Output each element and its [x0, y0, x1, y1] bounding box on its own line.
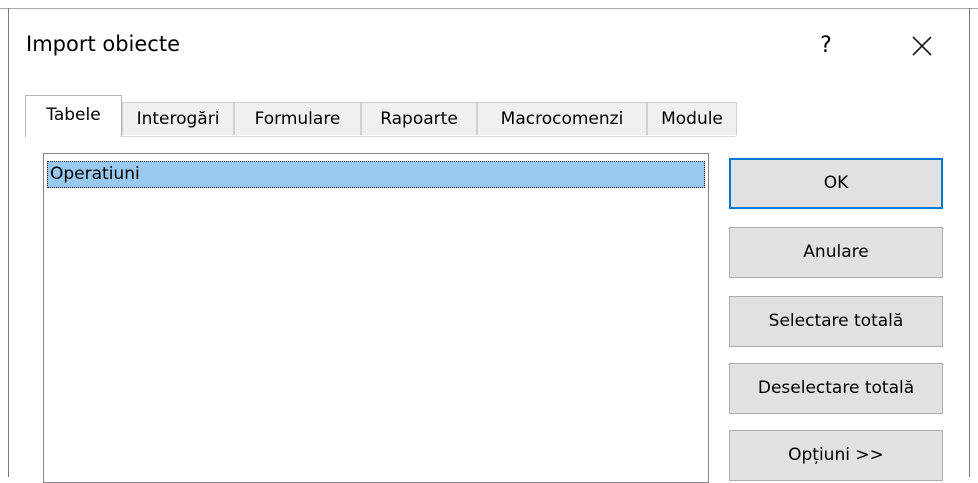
tab-macros[interactable]: Macrocomenzi — [477, 102, 647, 135]
tab-reports[interactable]: Rapoarte — [361, 102, 477, 135]
help-button[interactable]: ? — [808, 26, 844, 66]
tab-panel-top-border — [25, 136, 735, 137]
tab-queries[interactable]: Interogări — [122, 102, 234, 135]
cancel-button[interactable]: Anulare — [729, 227, 943, 278]
window-top-edge — [0, 0, 978, 9]
deselect-all-button[interactable]: Deselectare totală — [729, 363, 943, 414]
ok-button[interactable]: OK — [729, 158, 943, 209]
tab-strip: Tabele Interogări Formulare Rapoarte Mac… — [25, 95, 745, 137]
tab-tables[interactable]: Tabele — [25, 95, 122, 137]
window-left-border — [8, 8, 9, 477]
select-all-button[interactable]: Selectare totală — [729, 296, 943, 347]
close-button[interactable] — [902, 26, 942, 66]
import-objects-dialog: Import obiecte ? Tabele Interogări Formu… — [0, 0, 978, 483]
close-icon — [912, 36, 932, 56]
tab-forms[interactable]: Formulare — [234, 102, 361, 135]
tab-modules[interactable]: Module — [647, 102, 737, 135]
options-button[interactable]: Opțiuni >> — [729, 430, 943, 481]
dialog-title: Import obiecte — [26, 32, 181, 56]
list-item-operatiuni[interactable]: Operatiuni — [47, 161, 705, 188]
window-right-border — [969, 8, 970, 477]
objects-listbox[interactable]: Operatiuni — [43, 153, 709, 483]
